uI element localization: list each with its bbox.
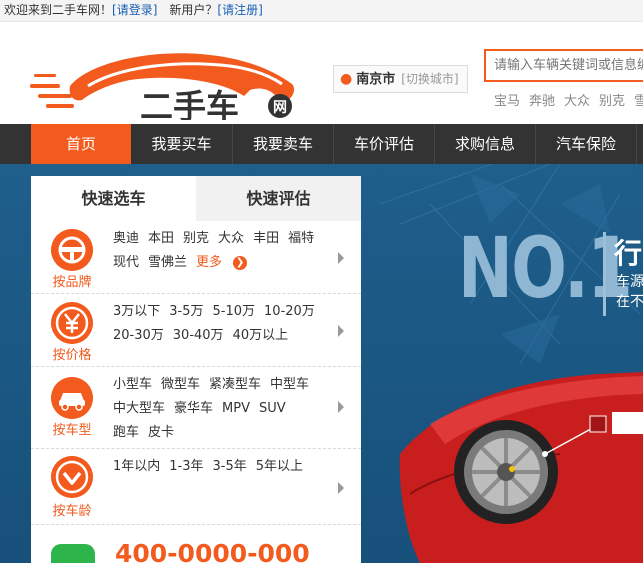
price-option[interactable]: 40万以上 bbox=[233, 328, 289, 343]
row-arrow-icon[interactable] bbox=[338, 482, 344, 494]
hot-word-link[interactable]: 大众 bbox=[564, 94, 590, 109]
search-box bbox=[484, 49, 643, 82]
hot-search-words: 宝马奔驰大众别克雪佛兰 bbox=[494, 90, 643, 109]
filter-row-label: 按品牌 bbox=[52, 275, 92, 290]
filter-options: 奥迪 本田 别克 大众 丰田 福特现代 雪佛兰 更多 ❯ bbox=[113, 227, 339, 275]
type-option[interactable]: 皮卡 bbox=[148, 425, 174, 440]
age-option[interactable]: 1年以内 bbox=[113, 459, 160, 474]
location-pin-icon: ● bbox=[340, 71, 353, 87]
nav-item-insurance[interactable]: 汽车保险 bbox=[536, 124, 637, 164]
price-option[interactable]: 3万以下 bbox=[113, 304, 160, 319]
brand-option[interactable]: 大众 bbox=[218, 231, 244, 246]
filter-row-price: 按价格 3万以下 3-5万 5-10万 10-20万 20-30万 30-40万 40万以上 bbox=[31, 294, 361, 367]
hotline-number: 400-0000-000 bbox=[115, 539, 310, 563]
price-option[interactable]: 10-20万 bbox=[264, 304, 315, 319]
type-option[interactable]: MPV bbox=[222, 401, 250, 416]
hot-word-link[interactable]: 雪佛兰 bbox=[634, 94, 643, 109]
top-bar: 欢迎来到二手车网！[请登录] 新用户？[请注册] bbox=[0, 0, 643, 22]
filter-row-age: 按车龄 1年以内 1-3年 3-5年 5年以上 bbox=[31, 449, 361, 525]
nav-item-home[interactable]: 首页 bbox=[31, 124, 131, 164]
brand-option[interactable]: 现代 bbox=[113, 255, 139, 270]
nav-item-overflow bbox=[637, 124, 643, 164]
phone-icon bbox=[51, 544, 95, 563]
type-option[interactable]: 紧凑型车 bbox=[209, 377, 261, 392]
age-option[interactable]: 5年以上 bbox=[256, 459, 303, 474]
filter-row-brand: 按品牌 奥迪 本田 别克 大众 丰田 福特现代 雪佛兰 更多 ❯ bbox=[31, 221, 361, 294]
header: 二手车 网 ●南京市 [切换城市] 宝马奔驰大众别克雪佛兰 bbox=[0, 22, 643, 124]
current-city: 南京市 bbox=[356, 72, 396, 87]
yen-icon bbox=[51, 302, 93, 344]
new-user-text: 新用户？ bbox=[169, 3, 218, 17]
price-option[interactable]: 5-10万 bbox=[213, 304, 256, 319]
panel-tabs: 快速选车 快速评估 bbox=[31, 176, 361, 221]
svg-text:网: 网 bbox=[273, 100, 287, 116]
age-option[interactable]: 3-5年 bbox=[213, 459, 247, 474]
brand-option[interactable]: 奥迪 bbox=[113, 231, 139, 246]
filter-options: 3万以下 3-5万 5-10万 10-20万 20-30万 30-40万 40万以上 bbox=[113, 300, 339, 348]
filter-row-type: 按车型 小型车 微型车 紧凑型车 中型车中大型车 豪华车 MPV SUV 跑车 皮卡 bbox=[31, 367, 361, 449]
chevron-right-icon: ❯ bbox=[233, 255, 248, 270]
register-link[interactable]: [请注册] bbox=[217, 3, 262, 17]
type-option[interactable]: 中大型车 bbox=[113, 401, 165, 416]
banner-divider bbox=[603, 232, 606, 316]
type-option[interactable]: 微型车 bbox=[161, 377, 200, 392]
steering-wheel-icon bbox=[51, 229, 93, 271]
filter-options: 1年以内 1-3年 3-5年 5年以上 bbox=[113, 455, 339, 479]
type-option[interactable]: 小型车 bbox=[113, 377, 152, 392]
site-logo[interactable]: 二手车 网 bbox=[30, 40, 305, 120]
filter-row-label: 按车型 bbox=[52, 423, 92, 438]
hot-word-link[interactable]: 宝马 bbox=[494, 94, 520, 109]
type-option[interactable]: 中型车 bbox=[270, 377, 309, 392]
filter-row-label: 按价格 bbox=[52, 348, 92, 363]
price-option[interactable]: 3-5万 bbox=[169, 304, 203, 319]
tab-quick-select[interactable]: 快速选车 bbox=[31, 176, 196, 221]
more-label: 更多 bbox=[196, 255, 223, 270]
filter-options: 小型车 微型车 紧凑型车 中型车中大型车 豪华车 MPV SUV 跑车 皮卡 bbox=[113, 373, 339, 445]
switch-city-link[interactable]: [切换城市] bbox=[401, 72, 458, 86]
quick-select-panel: 快速选车 快速评估 按品牌 奥迪 本田 别克 大众 丰田 福特现代 雪佛兰 更多 ❯ 按价格 3… bbox=[31, 176, 361, 563]
price-option[interactable]: 20-30万 bbox=[113, 328, 164, 343]
chevron-down-icon bbox=[51, 456, 93, 498]
banner-slogan-line: 车源丰富 bbox=[616, 274, 643, 290]
row-arrow-icon[interactable] bbox=[338, 325, 344, 337]
row-arrow-icon[interactable] bbox=[338, 401, 344, 413]
hot-word-link[interactable]: 奔驰 bbox=[529, 94, 555, 109]
login-link[interactable]: [请登录] bbox=[112, 3, 157, 17]
welcome-text: 欢迎来到二手车网！ bbox=[4, 3, 113, 17]
filter-row-label: 按车龄 bbox=[52, 504, 92, 519]
type-option[interactable]: SUV bbox=[259, 401, 286, 416]
banner-slogan-title: 行业领先 bbox=[614, 237, 643, 270]
nav-item-valuation[interactable]: 车价评估 bbox=[334, 124, 435, 164]
tab-quick-valuation[interactable]: 快速评估 bbox=[196, 176, 361, 221]
car-icon bbox=[51, 377, 93, 419]
speed-lines-icon bbox=[30, 74, 74, 108]
brand-option[interactable]: 别克 bbox=[183, 231, 209, 246]
type-option[interactable]: 豪华车 bbox=[174, 401, 213, 416]
age-option[interactable]: 1-3年 bbox=[169, 459, 203, 474]
nav-item-wanted[interactable]: 求购信息 bbox=[435, 124, 536, 164]
brand-option[interactable]: 本田 bbox=[148, 231, 174, 246]
more-brands-link[interactable]: 更多 ❯ bbox=[196, 255, 256, 270]
row-arrow-icon[interactable] bbox=[338, 252, 344, 264]
city-selector[interactable]: ● 南京市 [切换城市] bbox=[333, 65, 468, 93]
banner-slogan-text: 车源丰富 在不断更新 bbox=[616, 272, 643, 312]
brand-option[interactable]: 雪佛兰 bbox=[148, 255, 187, 270]
banner-slogan-line: 在不断更新 bbox=[616, 294, 643, 310]
price-option[interactable]: 30-40万 bbox=[173, 328, 224, 343]
search-input[interactable] bbox=[486, 51, 643, 80]
hot-word-link[interactable]: 别克 bbox=[599, 94, 625, 109]
nav-item-sell[interactable]: 我要卖车 bbox=[233, 124, 334, 164]
nav-item-buy[interactable]: 我要买车 bbox=[131, 124, 233, 164]
brand-option[interactable]: 福特 bbox=[288, 231, 314, 246]
car-image-icon bbox=[399, 372, 643, 563]
type-option[interactable]: 跑车 bbox=[113, 425, 139, 440]
svg-text:二手车: 二手车 bbox=[140, 87, 239, 120]
brand-option[interactable]: 丰田 bbox=[253, 231, 279, 246]
main-nav: 首页 我要买车 我要卖车 车价评估 求购信息 汽车保险 bbox=[0, 124, 643, 164]
